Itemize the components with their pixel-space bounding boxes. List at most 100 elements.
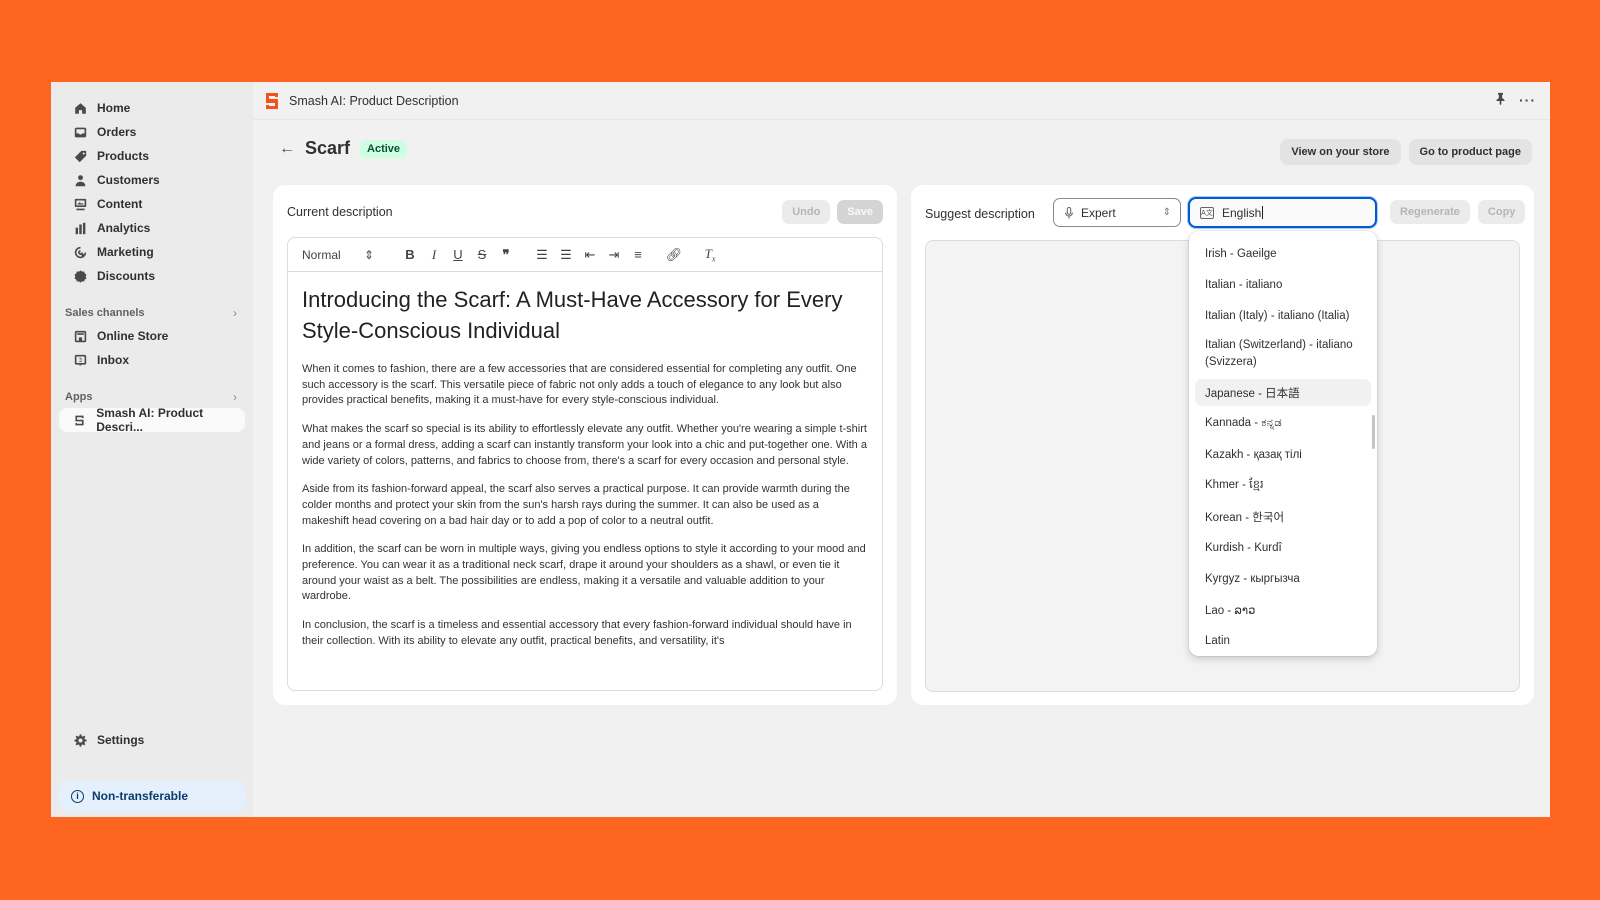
blockquote-icon[interactable]: ❞ <box>494 247 518 263</box>
sidebar-item-inbox[interactable]: Inbox <box>59 348 245 372</box>
language-option[interactable]: Italian (Switzerland) - italiano (Svizze… <box>1195 331 1371 377</box>
sidebar-item-label: Products <box>97 149 150 163</box>
rich-text-editor[interactable]: Normal ⇕ B I U S ❞ ☰ ☰ ⇤ ⇥ ≡ 🔗︎ Tx Intro… <box>287 237 883 691</box>
sidebar-item-label: Content <box>97 197 143 211</box>
discount-badge-icon <box>73 269 87 283</box>
chat-dollar-icon <box>73 353 87 367</box>
outdent-icon[interactable]: ⇤ <box>578 247 602 263</box>
format-value: Normal <box>302 247 341 262</box>
language-option[interactable]: Kannada - ಕನ್ನಡ <box>1195 408 1371 439</box>
apps-header[interactable]: Apps › <box>65 390 237 404</box>
bold-icon[interactable]: B <box>398 247 422 262</box>
link-icon[interactable]: 🔗︎ <box>662 247 686 263</box>
smash-logo-icon <box>73 413 86 427</box>
language-option[interactable]: Kurdish - Kurdî <box>1195 532 1371 563</box>
sidebar-item-label: Orders <box>97 125 137 139</box>
description-paragraph: In conclusion, the scarf is a timeless a… <box>302 619 852 647</box>
sidebar-item-analytics[interactable]: Analytics <box>59 216 245 240</box>
app-title: Smash AI: Product Description <box>289 93 459 108</box>
sidebar-item-label: Customers <box>97 173 160 187</box>
sidebar-item-marketing[interactable]: Marketing <box>59 240 245 264</box>
tone-value: Expert <box>1081 205 1116 220</box>
microphone-icon <box>1065 206 1073 219</box>
bar-chart-icon <box>73 221 87 235</box>
sidebar-item-customers[interactable]: Customers <box>59 168 245 192</box>
ordered-list-icon[interactable]: ☰ <box>530 247 554 263</box>
person-icon <box>73 173 87 187</box>
sidebar-item-orders[interactable]: Orders <box>59 120 245 144</box>
editor-content[interactable]: Introducing the Scarf: A Must-Have Acces… <box>288 272 882 675</box>
app-window: Home Orders Products Customers Content A… <box>51 82 1550 817</box>
home-icon <box>73 101 87 115</box>
card-heading: Suggest description <box>925 207 1035 221</box>
description-paragraph: In addition, the scarf can be worn in mu… <box>302 543 866 603</box>
italic-icon[interactable]: I <box>422 247 446 263</box>
strikethrough-icon[interactable]: S <box>470 247 494 262</box>
undo-button[interactable]: Undo <box>782 200 831 224</box>
sidebar-item-label: Discounts <box>97 269 156 283</box>
view-on-store-button[interactable]: View on your store <box>1280 139 1401 165</box>
sidebar-item-label: Marketing <box>97 245 154 259</box>
language-dropdown-list[interactable]: Irish - Gaeilge Italian - italiano Itali… <box>1189 231 1377 656</box>
description-paragraph: When it comes to fashion, there are a fe… <box>302 363 857 407</box>
sidebar-item-label: Home <box>97 101 131 115</box>
non-transferable-notice[interactable]: i Non-transferable <box>59 780 245 812</box>
language-option-highlighted[interactable]: Japanese - 日本語 <box>1195 379 1371 406</box>
bullet-list-icon[interactable]: ☰ <box>554 247 578 263</box>
sidebar-item-home[interactable]: Home <box>59 96 245 120</box>
align-icon[interactable]: ≡ <box>626 247 650 262</box>
language-option[interactable]: Kyrgyz - кыргызча <box>1195 563 1371 594</box>
format-select[interactable]: Normal ⇕ <box>302 248 374 262</box>
back-arrow-icon[interactable]: ← <box>279 140 295 158</box>
tone-select[interactable]: Expert ⇕ <box>1053 198 1181 227</box>
app-title-bar: Smash AI: Product Description ··· <box>253 82 1550 120</box>
copy-button[interactable]: Copy <box>1477 200 1526 224</box>
sidebar-item-discounts[interactable]: Discounts <box>59 264 245 288</box>
target-icon <box>73 245 87 259</box>
language-option[interactable]: Italian - italiano <box>1195 269 1371 300</box>
section-label: Sales channels <box>65 307 145 319</box>
language-option[interactable]: Latin <box>1195 625 1371 656</box>
indent-icon[interactable]: ⇥ <box>602 247 626 263</box>
language-option[interactable]: Kazakh - қазақ тілі <box>1195 439 1371 470</box>
page-title: Scarf <box>305 138 351 158</box>
page-header: ← Scarf Active <box>279 138 408 159</box>
sidebar-item-settings[interactable]: Settings <box>59 728 245 752</box>
save-button[interactable]: Save <box>837 200 883 224</box>
page-actions: View on your store Go to product page <box>1280 139 1532 165</box>
sidebar-item-label: Inbox <box>97 353 129 367</box>
sidebar-item-label: Analytics <box>97 221 151 235</box>
language-option[interactable]: Italian (Italy) - italiano (Italia) <box>1195 300 1371 331</box>
text-caret <box>1262 206 1264 219</box>
sidebar-item-label: Smash AI: Product Descri... <box>96 406 204 434</box>
language-input-value: English <box>1222 205 1262 220</box>
tag-icon <box>73 149 87 163</box>
settings-section: Settings <box>51 728 253 752</box>
sales-channels-header[interactable]: Sales channels › <box>65 306 237 320</box>
editor-toolbar: Normal ⇕ B I U S ❞ ☰ ☰ ⇤ ⇥ ≡ 🔗︎ Tx <box>288 238 882 272</box>
underline-icon[interactable]: U <box>446 247 470 262</box>
clear-formatting-icon[interactable]: Tx <box>698 246 722 264</box>
sidebar-item-smash-ai[interactable]: Smash AI: Product Descri... <box>59 406 245 434</box>
regenerate-button[interactable]: Regenerate <box>1390 200 1470 224</box>
translate-icon: A文 <box>1200 206 1214 219</box>
chevron-right-icon: › <box>233 390 237 404</box>
inbox-tray-icon <box>73 125 87 139</box>
pin-icon[interactable] <box>1494 92 1507 108</box>
chevron-right-icon: › <box>233 306 237 320</box>
sidebar-item-products[interactable]: Products <box>59 144 245 168</box>
notice-label: Non-transferable <box>92 789 189 803</box>
go-to-product-page-button[interactable]: Go to product page <box>1408 139 1532 165</box>
language-option[interactable]: Irish - Gaeilge <box>1195 239 1371 269</box>
dropdown-scrollbar[interactable] <box>1372 415 1375 449</box>
language-option[interactable]: Korean - 한국어 <box>1195 501 1371 532</box>
sidebar-item-online-store[interactable]: Online Store <box>59 324 245 348</box>
storefront-icon <box>73 329 87 343</box>
language-combobox-input[interactable]: A文 English <box>1188 197 1377 228</box>
more-options-icon[interactable]: ··· <box>1519 92 1536 108</box>
language-option[interactable]: Khmer - ខ្មែរ <box>1195 470 1371 501</box>
sidebar-item-content[interactable]: Content <box>59 192 245 216</box>
description-title: Introducing the Scarf: A Must-Have Acces… <box>302 287 843 343</box>
sidebar-item-label: Online Store <box>97 329 169 343</box>
language-option[interactable]: Lao - ລາວ <box>1195 594 1371 625</box>
